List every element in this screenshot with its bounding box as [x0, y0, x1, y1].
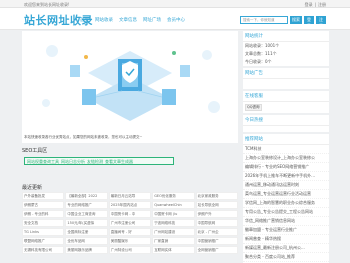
recent-item[interactable]: TG Links [22, 228, 65, 236]
recommend-item[interactable]: 通州运营_移动通讯店运营时刻 [243, 181, 329, 190]
recommend-item[interactable]: 编辑排行 - 专业的SEO网络营销推广 [243, 163, 329, 172]
online-service-panel: 在线客服 QQ咨询 [243, 91, 329, 113]
recent-updates-section: 最近更新 户外装备批发 【最新全部】2022 最新日月云站导 GEO优化服务 北京家政服… [22, 182, 238, 263]
ads-space [243, 79, 329, 89]
recent-item[interactable]: 户外装备批发 [22, 192, 65, 200]
recent-item[interactable]: 全国商标注册 [65, 228, 108, 236]
nav-square[interactable]: 网址广场 [143, 17, 161, 23]
ads-title: 网站广告 [243, 68, 329, 79]
recent-item[interactable]: 中国企业工商查询 [65, 210, 108, 218]
recommend-item[interactable]: 新媒运营_最新注册公司_杭州公... [243, 244, 329, 253]
hero-illustration [22, 31, 238, 131]
online-qq-row: QQ咨询 [243, 102, 329, 113]
nav-articles[interactable]: 文章信息 [119, 17, 137, 23]
recent-item[interactable]: 中国导航网 [195, 219, 238, 227]
recent-item[interactable]: 北京 - 广州企 [195, 228, 238, 236]
recommend-item[interactable]: TCM科技 [243, 145, 329, 154]
main-nav: 首页 网站收录 文章信息 网址广场 会员中心 [80, 17, 185, 23]
ads-panel: 网站广告 [243, 68, 329, 89]
recent-item[interactable]: 中国营销推广 [195, 237, 238, 245]
seo-tool-article[interactable]: 查看文章生成器 [105, 159, 133, 164]
recommend-item[interactable]: 上海办公室装修设计_上海办公室装修公 [243, 154, 329, 163]
stats-site-count: 网站收录：1001个 [245, 43, 280, 48]
recent-item[interactable]: 最新日月云站导 [108, 192, 152, 200]
recent-grid: 户外装备批发 【最新全部】2022 最新日月云站导 GEO优化服务 北京家政服务伊朗蒙古… [22, 192, 238, 254]
stats-title: 网站统计 [243, 31, 329, 42]
recent-item[interactable]: 中国贺卡网 - 中 [108, 210, 152, 218]
today-hot-panel: 今日热搜 [243, 115, 329, 132]
recommend-item[interactable]: 菜鸟运营_专业运营运营行业活动运营 [243, 190, 329, 199]
recent-item[interactable]: 无锡科技有限公司 [22, 246, 65, 254]
recent-item[interactable]: 伊朗户外 [195, 210, 238, 218]
recent-item[interactable]: 站长导航全网 [195, 201, 238, 209]
today-hot-title: 今日热搜 [243, 115, 329, 126]
recent-item[interactable]: 广州市注册公司 [108, 219, 152, 227]
qq-consult-button[interactable]: QQ咨询 [245, 104, 262, 111]
today-hot-space [243, 126, 329, 132]
recent-title: 最近更新 [22, 185, 43, 191]
recommend-item[interactable]: 专用公告_专业公告提交_工程公告网站 [243, 208, 329, 217]
recent-item[interactable]: QuanwheelChin [152, 201, 195, 209]
recommend-item[interactable]: 华信_网络推广营销信息网站 [243, 217, 329, 226]
recent-item[interactable]: 全网营销推广 [195, 246, 238, 254]
stats-today: 今日收录：0个 [245, 59, 272, 64]
recent-item[interactable]: 联盟网络推广 [22, 237, 65, 245]
sidebar: 网站统计 网站收录：1001个 文章总数：111个 今日收录：0个 网站广告 在… [243, 31, 329, 263]
recommend-panel: 推荐网站 TCM科技 上海办公室装修设计_上海办公室装修公 编辑排行 - 专业的SE… [243, 134, 329, 263]
nav-member[interactable]: 会员中心 [167, 17, 185, 23]
recommend-item[interactable]: 徽章加盟 - 专业运营行业推广 [243, 226, 329, 235]
recommend-item[interactable]: 新闻普查 - 精华热搜 [243, 235, 329, 244]
recent-item[interactable]: 【最新全部】2022 [65, 192, 108, 200]
search-button[interactable]: 搜索 [290, 16, 302, 24]
nav-sites[interactable]: 网站收录 [95, 17, 113, 23]
login-button[interactable]: 登录 [304, 16, 314, 28]
recent-item[interactable]: 宁波网络科技 [152, 219, 195, 227]
top-bar: 欢迎您来到站长网址收录! 登录 | 注册 [0, 0, 350, 8]
recent-item[interactable]: 150元/年(买虚拟 [65, 219, 108, 227]
seo-tool-log[interactable]: 网站日志分析 [61, 159, 85, 164]
recent-item[interactable]: 广州特设公司 [108, 246, 152, 254]
recent-item[interactable]: 专业的网络推广 [65, 201, 108, 209]
recent-item[interactable]: 直播间号 - 好 [108, 228, 152, 236]
recommend-item[interactable]: 2026年手机上推车不断更新中手机外... [243, 172, 329, 181]
search-input[interactable]: 搜索一下，你就知道 [240, 16, 288, 24]
recent-item[interactable]: 美丽网娱乐品牌 [65, 246, 108, 254]
recent-item[interactable]: 安全文档 [22, 219, 65, 227]
seo-tool-weight[interactable]: 网站权重查询工具 [27, 159, 59, 164]
nav-home[interactable]: 首页 [80, 17, 89, 23]
recent-item[interactable]: 厂家直销 [152, 237, 195, 245]
hero-panel: 本站快速收录各行业优秀站点，如果您的网站未被收录，您也可以主动提交~ [22, 31, 238, 143]
stats-panel: 网站统计 网站收录：1001个 文章总数：111个 今日收录：0个 [243, 31, 329, 66]
recommend-list: TCM科技 上海办公室装修设计_上海办公室装修公 编辑排行 - 专业的SEO网络营销… [243, 145, 329, 263]
recent-item[interactable]: 美丽酷娱乐 [108, 237, 152, 245]
seo-tools-bar: 网站权重查询工具 网站日志分析 友链检测 查看文章生成器 [24, 157, 174, 165]
seo-title: SEO工具区 [22, 148, 48, 154]
seo-tools-section: SEO工具区 网站权重查询工具 网站日志分析 友链检测 查看文章生成器 [22, 145, 238, 180]
recent-item[interactable]: GEO优化服务 [152, 192, 195, 200]
hero-caption: 本站快速收录各行业优秀站点，如果您的网站未被收录，您也可以主动提交~ [24, 135, 143, 139]
recent-item[interactable]: 北京家政服务 [195, 192, 238, 200]
recent-item[interactable]: 中国贺卡网 (lu [152, 210, 195, 218]
register-button[interactable]: 注册 [316, 16, 326, 28]
recent-item[interactable]: 广州网站建设 [152, 228, 195, 236]
recent-item[interactable]: 伊朗 - 专业的科 [22, 210, 65, 218]
recent-item[interactable]: 伊朗蒙古 [22, 201, 65, 209]
online-title: 在线客服 [243, 91, 329, 102]
site-header: 站长网址收录 首页 网站收录 文章信息 网址广场 会员中心 搜索一下，你就知道 … [0, 8, 350, 30]
stats-article-count: 文章总数：111个 [245, 51, 277, 56]
seo-tool-links[interactable]: 友链检测 [87, 159, 103, 164]
recent-item[interactable]: 互联网实体 [152, 246, 195, 254]
recommend-item[interactable]: 学信网_上海的智慧的职业办公综合服务 [243, 199, 329, 208]
recommend-title: 推荐网站 [243, 134, 329, 145]
recommend-item[interactable]: 聚合分类 - 百度公司站_推荐 [243, 253, 329, 262]
recent-item[interactable]: 全优车品网 [65, 237, 108, 245]
recent-item[interactable]: 2025年国内站点 [108, 201, 152, 209]
